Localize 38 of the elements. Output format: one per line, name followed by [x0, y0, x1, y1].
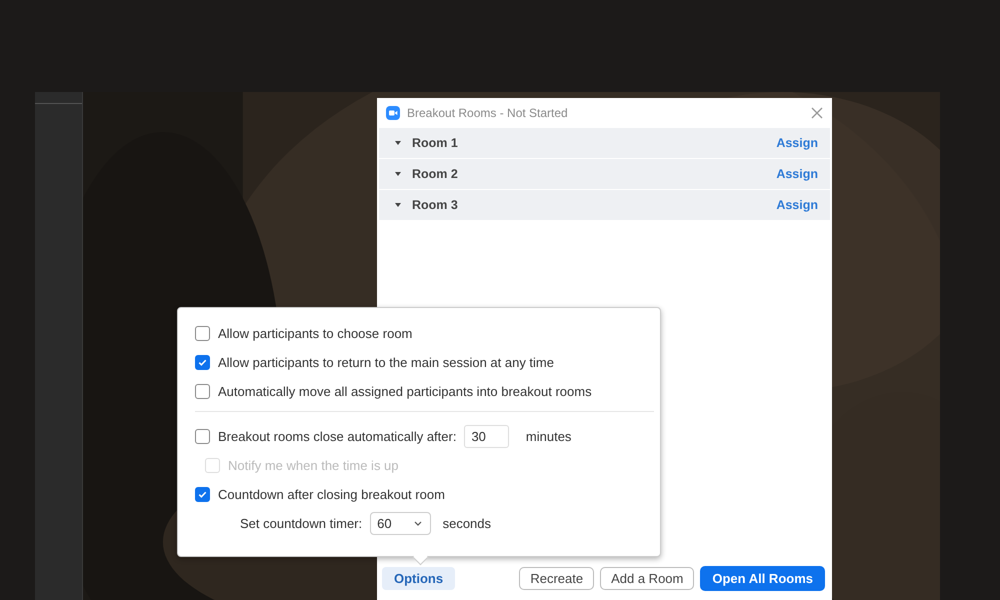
- options-button[interactable]: Options: [382, 567, 456, 590]
- footer-button[interactable]: Add a Room: [600, 567, 694, 590]
- room-row[interactable]: Room 2 Assign: [379, 159, 830, 189]
- room-name: Room 3: [412, 198, 459, 212]
- footer-button[interactable]: Recreate: [519, 567, 594, 590]
- checkbox[interactable]: [195, 429, 210, 444]
- checkbox[interactable]: [195, 487, 210, 502]
- option-label: Set countdown timer:: [240, 516, 362, 531]
- option-label: Breakout rooms close automatically after:: [218, 429, 456, 444]
- option-label: Countdown after closing breakout room: [218, 487, 445, 502]
- room-name: Room 2: [412, 167, 459, 181]
- option-label: Allow participants to return to the main session at any time: [218, 355, 554, 370]
- checkmark-icon: [197, 357, 208, 368]
- close-icon[interactable]: [811, 107, 823, 119]
- room-name: Room 1: [412, 136, 459, 150]
- caret-icon: [395, 203, 401, 207]
- caret-icon: [395, 141, 401, 145]
- checkbox[interactable]: [195, 355, 210, 370]
- room-row[interactable]: Room 3 Assign: [379, 190, 830, 220]
- assign-link[interactable]: Assign: [776, 167, 818, 181]
- unit-label: minutes: [526, 429, 572, 444]
- timer-select[interactable]: 60: [370, 512, 431, 535]
- option-label: Allow participants to choose room: [218, 326, 412, 341]
- checkbox[interactable]: [195, 326, 210, 341]
- assign-link[interactable]: Assign: [776, 136, 818, 150]
- checkmark-icon: [197, 489, 208, 500]
- unit-label: seconds: [442, 516, 492, 531]
- assign-link[interactable]: Assign: [776, 198, 818, 212]
- footer-button[interactable]: Open All Rooms: [700, 566, 825, 591]
- chevron-icon: [414, 521, 422, 526]
- room-row[interactable]: Room 1 Assign: [379, 128, 830, 158]
- caret-icon: [395, 172, 401, 176]
- option-label: Automatically move all assigned participants into breakout rooms: [218, 384, 592, 399]
- minutes-field[interactable]: 30: [464, 425, 509, 448]
- option-label: Notify me when the time is up: [228, 458, 399, 473]
- camera-icon: [386, 106, 400, 120]
- window-title: Breakout Rooms - Not Started: [407, 106, 569, 120]
- checkbox[interactable]: [195, 384, 210, 399]
